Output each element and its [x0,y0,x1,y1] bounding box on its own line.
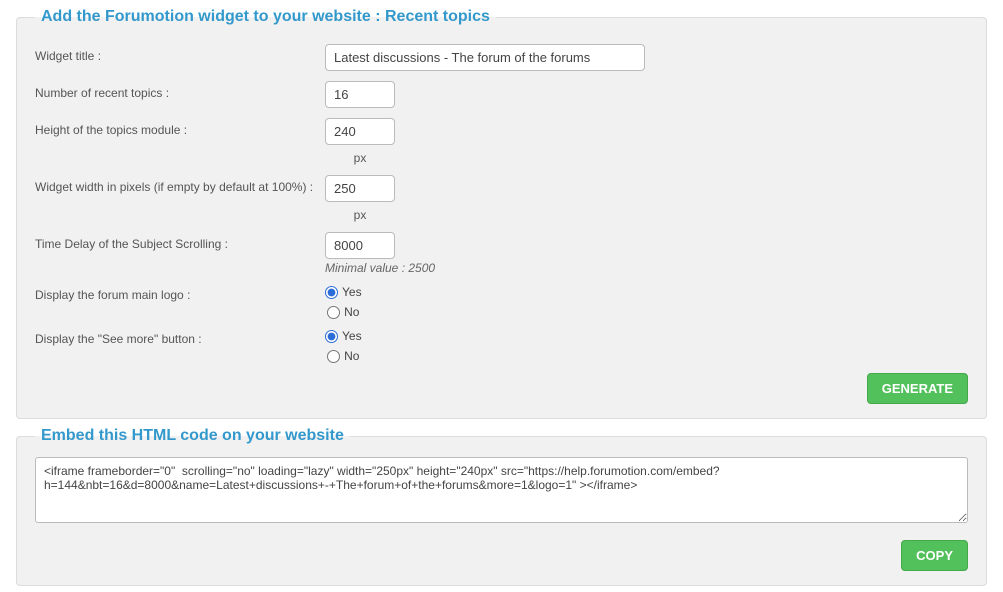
height-unit: px [354,151,367,165]
embed-code-textarea[interactable] [35,457,968,523]
height-input[interactable] [325,118,395,145]
row-display-logo: Display the forum main logo : Yes No [35,285,968,319]
display-logo-no-radio[interactable] [327,306,340,319]
width-input[interactable] [325,175,395,202]
widget-title-input[interactable] [325,44,645,71]
display-more-yes-radio[interactable] [325,330,338,343]
label-num-topics: Number of recent topics : [35,81,325,101]
display-logo-yes-option[interactable]: Yes [325,285,362,299]
generate-button[interactable]: GENERATE [867,373,968,404]
copy-button-row: COPY [35,540,968,571]
no-text: No [344,349,359,363]
display-more-no-option[interactable]: No [327,349,359,363]
embed-panel: Embed this HTML code on your website COP… [16,427,987,586]
row-num-topics: Number of recent topics : [35,81,968,108]
delay-input[interactable] [325,232,395,259]
label-display-more: Display the "See more" button : [35,329,325,347]
row-width: Widget width in pixels (if empty by defa… [35,175,968,222]
display-logo-no-option[interactable]: No [327,305,359,319]
label-width: Widget width in pixels (if empty by defa… [35,175,325,195]
row-height: Height of the topics module : px [35,118,968,165]
generate-button-row: GENERATE [35,373,968,404]
width-unit: px [354,208,367,222]
display-more-yes-option[interactable]: Yes [325,329,362,343]
display-logo-yes-radio[interactable] [325,286,338,299]
no-text: No [344,305,359,319]
label-height: Height of the topics module : [35,118,325,138]
widget-legend: Add the Forumotion widget to your websit… [35,8,496,26]
embed-legend: Embed this HTML code on your website [35,427,350,445]
copy-button[interactable]: COPY [901,540,968,571]
delay-hint: Minimal value : 2500 [325,261,435,275]
label-widget-title: Widget title : [35,44,325,64]
label-delay: Time Delay of the Subject Scrolling : [35,232,325,252]
widget-config-panel: Add the Forumotion widget to your websit… [16,8,987,419]
display-more-no-radio[interactable] [327,350,340,363]
yes-text: Yes [342,285,362,299]
row-widget-title: Widget title : [35,44,968,71]
label-display-logo: Display the forum main logo : [35,285,325,303]
num-topics-input[interactable] [325,81,395,108]
row-display-more: Display the "See more" button : Yes No [35,329,968,363]
row-delay: Time Delay of the Subject Scrolling : Mi… [35,232,968,275]
yes-text: Yes [342,329,362,343]
